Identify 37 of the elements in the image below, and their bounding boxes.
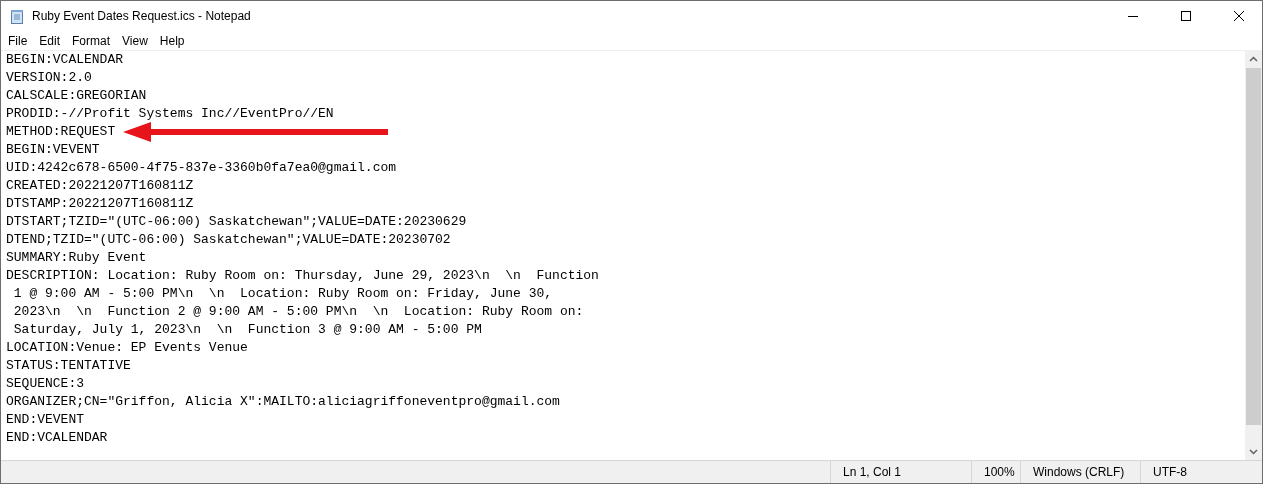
menu-item[interactable]: Help — [153, 33, 191, 48]
menu-item[interactable]: Edit — [33, 33, 67, 48]
notepad-icon — [9, 8, 25, 24]
status-item: UTF-8 — [1140, 461, 1245, 483]
text-line: DTSTART;TZID="(UTC-06:00) Saskatchewan";VALUE=DATE:20230629 — [6, 213, 467, 231]
text-line: BEGIN:VCALENDAR — [6, 51, 124, 69]
close-icon — [1234, 11, 1244, 21]
text-line: LOCATION:Venue: EP Events Venue — [6, 339, 248, 357]
text-line: END:VEVENT — [6, 411, 84, 429]
text-line: DTSTAMP:20221207T160811Z — [6, 195, 194, 213]
text-line: DTEND;TZID="(UTC-06:00) Saskatchewan";VALUE=DATE:20230702 — [6, 231, 451, 249]
menu-item[interactable]: Format — [66, 33, 117, 48]
text-line: STATUS:TENTATIVE — [6, 357, 131, 375]
text-line: CALSCALE:GREGORIAN — [6, 87, 147, 105]
window-title: Ruby Event Dates Request.ics - Notepad — [32, 9, 252, 23]
status-item: Ln 1, Col 1 — [830, 461, 971, 483]
text-line: DESCRIPTION: Location: Ruby Room on: Thursday, June 29, 2023\n \n Function — [6, 267, 599, 285]
text-line: SUMMARY:Ruby Event — [6, 249, 147, 267]
text-line: UID:4242c678-6500-4f75-837e-3360b0fa7ea0@gmail.com — [6, 159, 397, 177]
arrow-icon — [123, 122, 389, 142]
text-line: 2023\n \n Function 2 @ 9:00 AM - 5:00 PM\n \n Location: Ruby Room on: — [12, 303, 584, 321]
maximize-icon — [1181, 11, 1191, 21]
text-line: 1 @ 9:00 AM - 5:00 PM\n \n Location: Ruby Room on: Friday, June 30, — [12, 285, 553, 303]
text-line: BEGIN:VEVENT — [6, 141, 100, 159]
text-line: END:VCALENDAR — [6, 429, 108, 447]
text-line: METHOD:REQUEST — [6, 123, 116, 141]
status-item: 100% — [971, 461, 1020, 483]
text-line: Saturday, July 1, 2023\n \n Function 3 @ 9:00 AM - 5:00 PM — [12, 321, 482, 339]
text-line: SEQUENCE:3 — [6, 375, 84, 393]
text-line: PRODID:-//Profit Systems Inc//EventPro//EN — [6, 105, 334, 123]
menu-item[interactable]: File — [2, 33, 34, 48]
text-line: ORGANIZER;CN="Griffon, Alicia X":MAILTO:aliciagriffoneventpro@gmail.com — [6, 393, 560, 411]
scrollbar-thumb[interactable] — [1246, 68, 1261, 425]
menu-item[interactable]: View — [116, 33, 154, 48]
text-line: VERSION:2.0 — [6, 69, 92, 87]
text-line: CREATED:20221207T160811Z — [6, 177, 194, 195]
status-item: Windows (CRLF) — [1020, 461, 1140, 483]
